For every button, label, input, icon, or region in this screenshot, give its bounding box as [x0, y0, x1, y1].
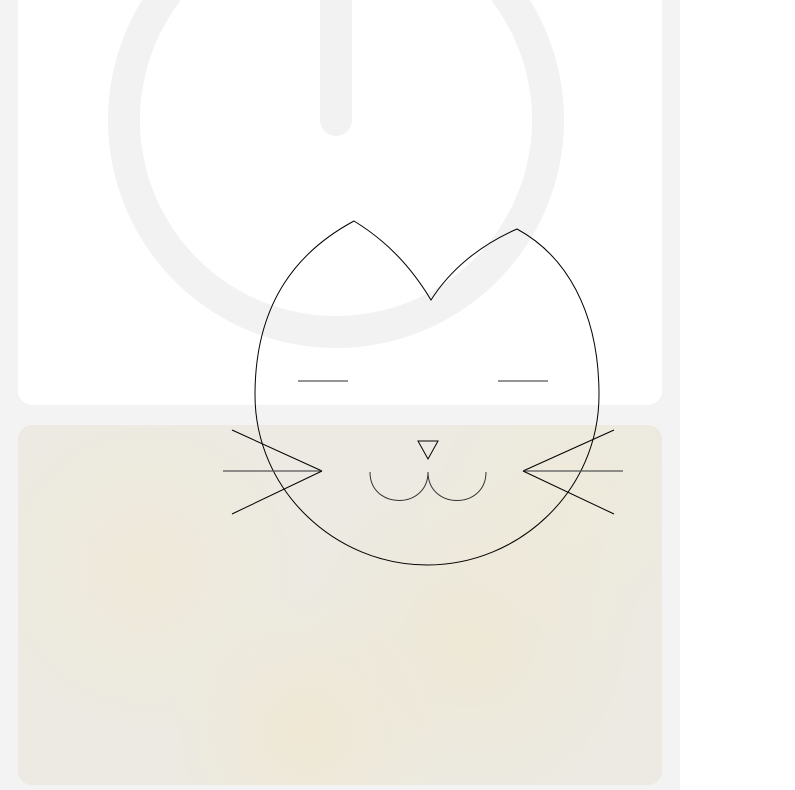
mouth [369, 471, 487, 501]
left-whiskers [223, 429, 323, 515]
nose [417, 440, 439, 461]
cat-face-drawing [223, 220, 623, 566]
right-whiskers [522, 429, 623, 515]
cat-head [254, 220, 600, 566]
